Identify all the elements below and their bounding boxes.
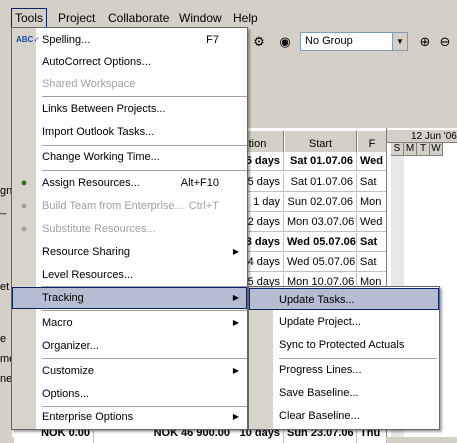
chevron-right-icon: ▶: [232, 318, 239, 327]
finish-cell: Mon: [357, 193, 387, 212]
start-cell: Wed 05.07.06: [284, 253, 357, 272]
menu-help[interactable]: Help: [230, 9, 261, 27]
tracking-submenu: Update Tasks... Update Project... Sync t…: [248, 286, 440, 430]
start-cell: Wed 05.07.06: [284, 233, 357, 252]
menu-bar: Tools Project Collaborate Window Help: [0, 0, 457, 30]
menu-project[interactable]: Project: [55, 9, 98, 27]
row-fragment: _: [0, 203, 7, 215]
resource-toolbar-icon[interactable]: ⚙: [250, 33, 268, 51]
menu-separator: [42, 358, 247, 359]
menu-window[interactable]: Window: [176, 9, 225, 27]
menu-item-save-baseline[interactable]: Save Baseline...: [249, 382, 439, 404]
finish-cell: Sat: [357, 253, 387, 272]
menu-collaborate[interactable]: Collaborate: [105, 9, 172, 27]
menu-item-customize[interactable]: Customize ▶: [12, 360, 247, 382]
menu-item-organizer[interactable]: Organizer...: [12, 335, 247, 357]
start-cell: Sat 01.07.06: [284, 152, 357, 171]
finish-cell: Wed: [357, 152, 387, 171]
menu-item-sync-protected-actuals[interactable]: Sync to Protected Actuals: [249, 334, 439, 356]
start-cell: Sat 01.07.06: [284, 173, 357, 192]
finish-cell: Sat: [357, 173, 387, 192]
chevron-right-icon: ▶: [232, 412, 239, 421]
menu-item-update-project[interactable]: Update Project...: [249, 311, 439, 333]
chevron-down-icon[interactable]: ▼: [392, 33, 407, 50]
menu-item-progress-lines[interactable]: Progress Lines...: [249, 359, 439, 381]
row-fragment: et: [0, 281, 10, 293]
row-fragment: e: [0, 333, 7, 345]
zoom-out-icon[interactable]: ⊖: [436, 33, 454, 51]
menu-item-assign-resources[interactable]: ● Assign Resources... Alt+F10: [12, 172, 247, 194]
menu-separator: [42, 96, 247, 97]
start-cell: Sun 02.07.06: [284, 193, 357, 212]
menu-item-import-outlook-tasks[interactable]: Import Outlook Tasks...: [12, 121, 247, 143]
menu-item-build-team[interactable]: ● Build Team from Enterprise... Ctrl+T: [12, 195, 247, 217]
menu-item-tracking[interactable]: Tracking ▶: [12, 287, 247, 309]
menu-separator: [42, 170, 247, 171]
menu-item-resource-sharing[interactable]: Resource Sharing ▶: [12, 241, 247, 263]
menu-item-shared-workspace[interactable]: Shared Workspace: [12, 73, 247, 95]
start-cell: Mon 03.07.06: [284, 213, 357, 232]
chevron-right-icon: ▶: [232, 247, 239, 256]
assign-resources-icon: ●: [20, 177, 28, 189]
group-by-value: No Group: [305, 35, 353, 47]
tools-menu: ABC✓ Spelling... F7 AutoCorrect Options.…: [11, 27, 248, 430]
globe-toolbar-icon[interactable]: ◉: [276, 33, 294, 51]
menu-item-autocorrect[interactable]: AutoCorrect Options...: [12, 51, 247, 73]
menu-item-change-working-time[interactable]: Change Working Time...: [12, 146, 247, 168]
menu-item-clear-baseline[interactable]: Clear Baseline...: [249, 405, 439, 427]
menu-tools[interactable]: Tools: [11, 8, 48, 29]
gantt-day: S: [391, 143, 404, 156]
menu-item-substitute-resources[interactable]: ● Substitute Resources...: [12, 218, 247, 240]
gantt-day: T: [417, 143, 430, 156]
finish-cell: Sat: [357, 233, 387, 252]
build-team-icon: ●: [20, 200, 28, 212]
chevron-right-icon: ▶: [232, 293, 239, 302]
gantt-day: M: [404, 143, 417, 156]
zoom-in-icon[interactable]: ⊕: [416, 33, 434, 51]
menu-item-macro[interactable]: Macro ▶: [12, 312, 247, 334]
menu-separator: [42, 310, 247, 311]
menu-item-options[interactable]: Options...: [12, 383, 247, 405]
menu-item-spelling[interactable]: ABC✓ Spelling... F7: [12, 29, 247, 51]
menu-item-enterprise-options[interactable]: Enterprise Options ▶: [12, 406, 247, 428]
chevron-right-icon: ▶: [232, 366, 239, 375]
group-by-select[interactable]: No Group ▼: [300, 32, 408, 51]
gantt-week-label: 12 Jun '06: [387, 130, 457, 143]
menu-item-links-between-projects[interactable]: Links Between Projects...: [12, 98, 247, 120]
substitute-resources-icon: ●: [20, 223, 28, 235]
menu-item-update-tasks[interactable]: Update Tasks...: [249, 288, 439, 310]
finish-cell: Wed: [357, 213, 387, 232]
gantt-day: W: [430, 143, 443, 156]
menu-item-level-resources[interactable]: Level Resources...: [12, 264, 247, 286]
spelling-icon: ABC✓: [16, 35, 41, 44]
